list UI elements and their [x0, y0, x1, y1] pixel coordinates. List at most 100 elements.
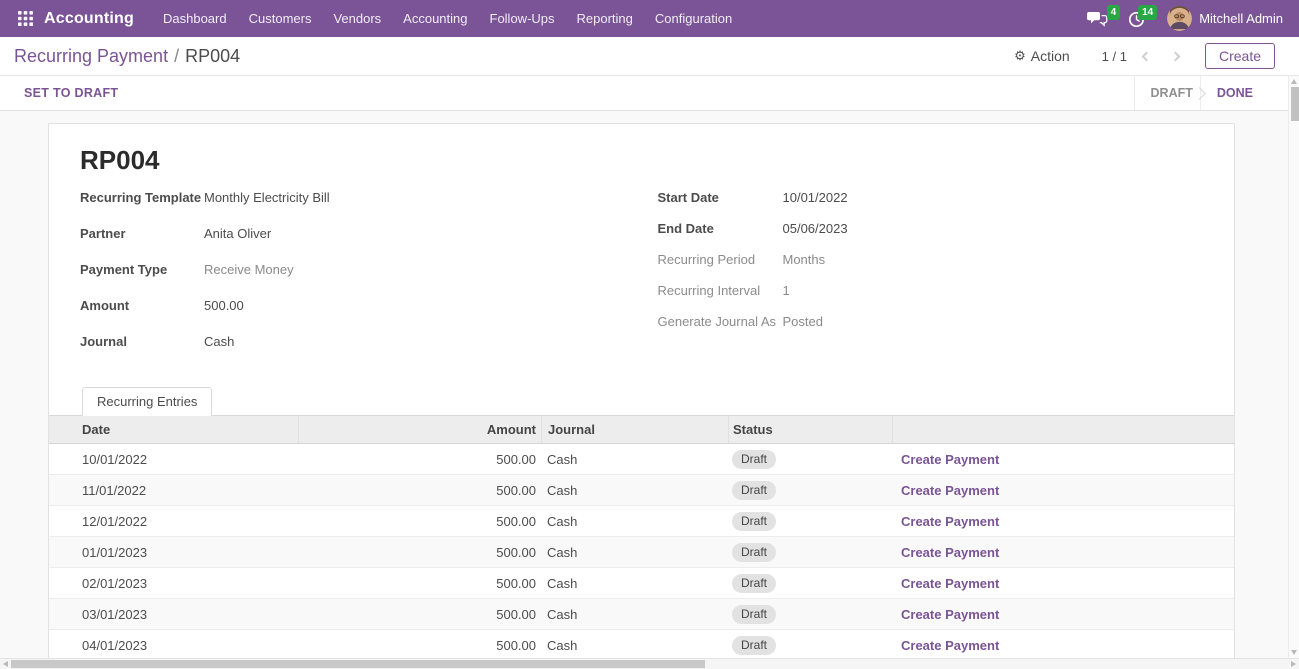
status-badge: Draft — [732, 636, 776, 655]
cell-amount[interactable]: 500.00 — [298, 452, 541, 467]
cell-amount[interactable]: 500.00 — [298, 514, 541, 529]
status-badge: Draft — [732, 450, 776, 469]
cell-action: Create Payment — [892, 483, 1234, 498]
table-row[interactable]: 03/01/2023 500.00 Cash Draft Create Paym… — [49, 599, 1234, 630]
field-value[interactable]: Cash — [204, 334, 234, 349]
app-name[interactable]: Accounting — [44, 10, 134, 28]
vertical-scrollbar-thumb[interactable] — [1291, 87, 1299, 121]
navbar-menu-item[interactable]: Follow-Ups — [479, 0, 566, 37]
navbar-menu-item[interactable]: Configuration — [644, 0, 743, 37]
create-payment-link[interactable]: Create Payment — [901, 514, 999, 529]
apps-grid-icon[interactable] — [14, 8, 36, 30]
table-row[interactable]: 01/01/2023 500.00 Cash Draft Create Paym… — [49, 537, 1234, 568]
cell-journal[interactable]: Cash — [541, 452, 728, 467]
vertical-scrollbar[interactable] — [1288, 76, 1299, 658]
cell-date[interactable]: 10/01/2022 — [49, 452, 298, 467]
tab-strip: Recurring Entries — [49, 386, 1234, 416]
table-header-row: Date Amount Journal Status — [49, 416, 1234, 444]
create-payment-link[interactable]: Create Payment — [901, 638, 999, 653]
pager-next-icon[interactable] — [1171, 51, 1181, 61]
form-sheet: RP004 Recurring Template Monthly Electri… — [48, 123, 1235, 658]
scroll-down-icon[interactable] — [1291, 650, 1297, 655]
scroll-left-icon[interactable] — [3, 661, 8, 667]
field-value[interactable]: 05/06/2023 — [783, 221, 848, 236]
field-value[interactable]: Receive Money — [204, 262, 294, 277]
cell-amount[interactable]: 500.00 — [298, 576, 541, 591]
field-value[interactable]: Monthly Electricity Bill — [204, 190, 330, 205]
column-header-status[interactable]: Status — [728, 416, 892, 443]
cell-journal[interactable]: Cash — [541, 514, 728, 529]
cell-status: Draft — [728, 543, 892, 562]
table-row[interactable]: 02/01/2023 500.00 Cash Draft Create Paym… — [49, 568, 1234, 599]
set-to-draft-button[interactable]: SET TO DRAFT — [24, 86, 118, 100]
horizontal-scrollbar-thumb[interactable] — [11, 660, 705, 668]
cell-action: Create Payment — [892, 545, 1234, 560]
form-field-row: Journal Cash — [80, 334, 642, 370]
cell-date[interactable]: 03/01/2023 — [49, 607, 298, 622]
cell-amount[interactable]: 500.00 — [298, 483, 541, 498]
fields-left-column: Recurring Template Monthly Electricity B… — [49, 190, 642, 370]
table-body: 10/01/2022 500.00 Cash Draft Create Paym… — [49, 444, 1234, 658]
action-menu-button[interactable]: ⚙ Action — [1014, 48, 1070, 64]
control-panel-right: ⚙ Action 1 / 1 Create — [1014, 43, 1285, 69]
table-row[interactable]: 10/01/2022 500.00 Cash Draft Create Paym… — [49, 444, 1234, 475]
cell-amount[interactable]: 500.00 — [298, 607, 541, 622]
cell-journal[interactable]: Cash — [541, 483, 728, 498]
fields-right-column: Start Date 10/01/2022 End Date 05/06/202… — [642, 190, 1235, 370]
create-payment-link[interactable]: Create Payment — [901, 545, 999, 560]
column-header-journal[interactable]: Journal — [541, 416, 728, 443]
scroll-right-icon[interactable] — [1291, 661, 1296, 667]
activities-button[interactable]: 14 — [1122, 7, 1155, 30]
cell-date[interactable]: 01/01/2023 — [49, 545, 298, 560]
create-payment-link[interactable]: Create Payment — [901, 607, 999, 622]
breadcrumb-current: RP004 — [185, 46, 240, 67]
activities-count-badge: 14 — [1138, 5, 1157, 20]
table-row[interactable]: 04/01/2023 500.00 Cash Draft Create Paym… — [49, 630, 1234, 658]
navbar-menu-item[interactable]: Dashboard — [152, 0, 238, 37]
tab-recurring-entries[interactable]: Recurring Entries — [82, 387, 212, 416]
create-payment-link[interactable]: Create Payment — [901, 576, 999, 591]
column-header-date[interactable]: Date — [49, 416, 298, 443]
horizontal-scrollbar[interactable] — [0, 658, 1299, 669]
record-title: RP004 — [80, 145, 1234, 176]
cell-journal[interactable]: Cash — [541, 545, 728, 560]
field-value[interactable]: Anita Oliver — [204, 226, 271, 241]
scroll-up-icon[interactable] — [1291, 79, 1297, 84]
breadcrumb-parent-link[interactable]: Recurring Payment — [14, 46, 168, 67]
create-button[interactable]: Create — [1205, 43, 1275, 69]
field-label: Recurring Template — [80, 190, 204, 205]
field-value[interactable]: 1 — [783, 283, 790, 298]
messages-button[interactable]: 4 — [1081, 7, 1118, 30]
create-payment-link[interactable]: Create Payment — [901, 483, 999, 498]
create-payment-link[interactable]: Create Payment — [901, 452, 999, 467]
cell-action: Create Payment — [892, 452, 1234, 467]
systray: 4 14 — [1081, 6, 1291, 31]
cell-journal[interactable]: Cash — [541, 638, 728, 653]
user-menu[interactable]: Mitchell Admin — [1159, 6, 1291, 31]
cell-journal[interactable]: Cash — [541, 576, 728, 591]
navbar-menu-item[interactable]: Reporting — [566, 0, 644, 37]
field-value[interactable]: Posted — [783, 314, 823, 329]
field-value[interactable]: 500.00 — [204, 298, 244, 313]
navbar-menu-item[interactable]: Customers — [238, 0, 323, 37]
pager-previous-icon[interactable] — [1142, 51, 1152, 61]
navbar-menu-item[interactable]: Vendors — [322, 0, 392, 37]
table-row[interactable]: 12/01/2022 500.00 Cash Draft Create Paym… — [49, 506, 1234, 537]
form-field-row: Recurring Interval 1 — [658, 283, 1235, 314]
navbar-menu-item[interactable]: Accounting — [392, 0, 478, 37]
cell-journal[interactable]: Cash — [541, 607, 728, 622]
cell-amount[interactable]: 500.00 — [298, 545, 541, 560]
field-value[interactable]: 10/01/2022 — [783, 190, 848, 205]
status-step-done[interactable]: DONE — [1200, 76, 1269, 110]
field-label: Amount — [80, 298, 204, 313]
status-badge: Draft — [732, 574, 776, 593]
field-value[interactable]: Months — [783, 252, 826, 267]
table-row[interactable]: 11/01/2022 500.00 Cash Draft Create Paym… — [49, 475, 1234, 506]
cell-date[interactable]: 02/01/2023 — [49, 576, 298, 591]
cell-amount[interactable]: 500.00 — [298, 638, 541, 653]
column-header-amount[interactable]: Amount — [298, 416, 541, 443]
cell-date[interactable]: 12/01/2022 — [49, 514, 298, 529]
cell-date[interactable]: 11/01/2022 — [49, 483, 298, 498]
cell-date[interactable]: 04/01/2023 — [49, 638, 298, 653]
cell-status: Draft — [728, 450, 892, 469]
